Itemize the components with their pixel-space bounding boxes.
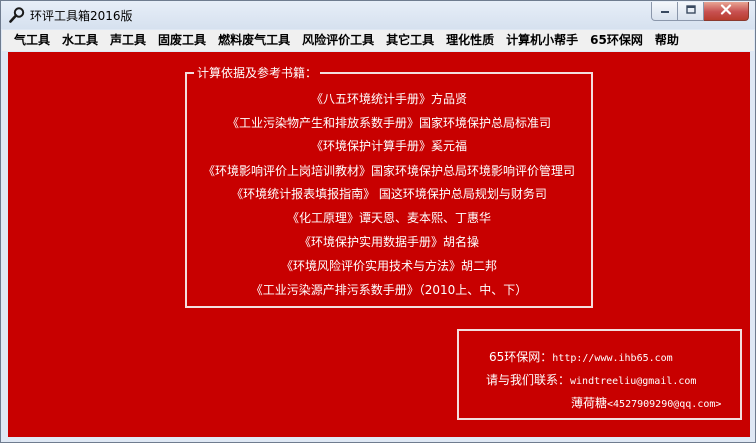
- menu-item-air-tools[interactable]: 气工具: [8, 30, 56, 51]
- main-panel: 计算依据及参考书籍： 《八五环境统计手册》方品贤 《工业污染物产生和排放系数手册…: [8, 52, 750, 437]
- references-legend: 计算依据及参考书籍：: [194, 65, 321, 81]
- author-name: 薄荷糖: [571, 396, 608, 410]
- minimize-button[interactable]: [651, 2, 678, 21]
- minimize-icon: [660, 4, 670, 18]
- author-row: 薄荷糖<4527909290@qq.com>: [571, 394, 721, 411]
- menu-item-solid-waste-tools[interactable]: 固废工具: [152, 30, 212, 51]
- title-bar[interactable]: 环评工具箱2016版: [1, 1, 755, 29]
- magnifier-wrench-icon: [8, 6, 26, 24]
- menu-item-fuel-exhaust-tools[interactable]: 燃料废气工具: [212, 30, 296, 51]
- site-label: 65环保网：: [489, 350, 553, 364]
- contact-row: 请与我们联系：windtreeliu@gmail.com: [486, 371, 696, 388]
- menu-item-other-tools[interactable]: 其它工具: [380, 30, 440, 51]
- reference-line: 《环境统计报表填报指南》 国这环境保护总局规划与财务司: [231, 187, 547, 201]
- contact-group: 65环保网：http://www.ihb65.com 请与我们联系：windtr…: [457, 329, 742, 420]
- author-contact: <4527909290@qq.com>: [607, 399, 722, 410]
- menu-item-computer-helper[interactable]: 计算机小帮手: [500, 30, 584, 51]
- maximize-icon: [685, 4, 696, 18]
- reference-line: 《化工原理》谭天恩、麦本熙、丁惠华: [286, 211, 491, 225]
- menu-item-65hb-site[interactable]: 65环保网: [584, 30, 649, 51]
- email-link[interactable]: windtreeliu@gmail.com: [570, 376, 696, 387]
- reference-line: 《环境风险评价实用技术与方法》胡二邦: [280, 259, 497, 273]
- site-url-link[interactable]: http://www.ihb65.com: [552, 353, 672, 364]
- maximize-button[interactable]: [678, 2, 704, 21]
- menu-item-noise-tools[interactable]: 声工具: [104, 30, 152, 51]
- references-group: 计算依据及参考书籍： 《八五环境统计手册》方品贤 《工业污染物产生和排放系数手册…: [185, 65, 593, 308]
- close-icon: [720, 4, 732, 18]
- window-title: 环评工具箱2016版: [30, 9, 133, 23]
- reference-line: 《环境保护实用数据手册》胡名操: [298, 235, 479, 249]
- reference-line: 《环境影响评价上岗培训教材》国家环境保护总局环境影响评价管理司: [202, 164, 575, 178]
- reference-line: 《工业污染源产排污系数手册》（2010上、中、下）: [250, 283, 528, 297]
- menu-item-help[interactable]: 帮助: [649, 30, 685, 51]
- site-row: 65环保网：http://www.ihb65.com: [489, 348, 673, 365]
- window-controls: [651, 2, 749, 22]
- menu-item-water-tools[interactable]: 水工具: [56, 30, 104, 51]
- reference-line: 《八五环境统计手册》方品贤: [310, 92, 467, 106]
- reference-line: 《环境保护计算手册》奚元福: [310, 139, 467, 153]
- contact-label: 请与我们联系：: [486, 373, 571, 387]
- menu-item-risk-assessment-tools[interactable]: 风险评价工具: [296, 30, 380, 51]
- menu-bar: 气工具 水工具 声工具 固废工具 燃料废气工具 风险评价工具 其它工具 理化性质…: [2, 30, 754, 51]
- close-button[interactable]: [704, 2, 749, 21]
- app-window: 环评工具箱2016版 气工具 水工具 声工具 固废工具 燃料废气工具 风险评价工…: [0, 0, 756, 443]
- reference-line: 《工业污染物产生和排放系数手册》国家环境保护总局标准司: [226, 116, 551, 130]
- menu-item-physchem-properties[interactable]: 理化性质: [440, 30, 500, 51]
